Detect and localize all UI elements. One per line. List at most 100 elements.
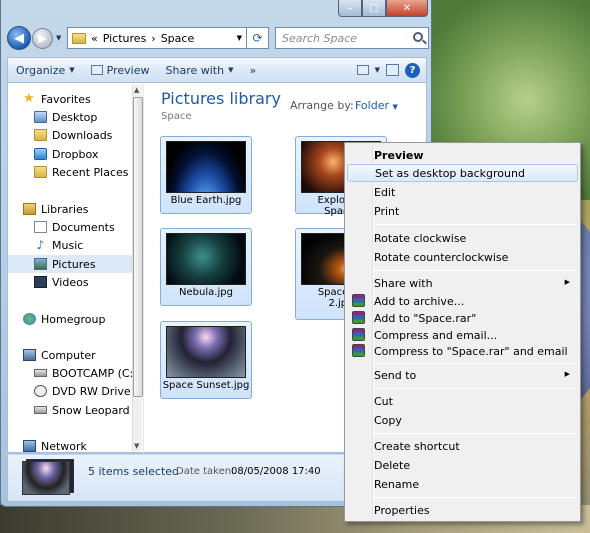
menu-item-compress-to-space-rar-and-email[interactable]: Compress to "Space.rar" and email xyxy=(347,342,578,360)
breadcrumb-pictures[interactable]: Pictures xyxy=(103,32,147,45)
menu-item-create-shortcut[interactable]: Create shortcut xyxy=(347,437,578,455)
menu-item-label: Preview xyxy=(374,148,424,162)
menu-item-label: Copy xyxy=(374,413,402,427)
menu-item-label: Cut xyxy=(374,394,393,408)
nav-item-dropbox[interactable]: Dropbox xyxy=(8,145,136,163)
menu-item-delete[interactable]: Delete xyxy=(347,456,578,474)
maximize-button[interactable]: □ xyxy=(362,0,386,17)
menu-separator xyxy=(374,497,576,498)
navigation-row: ◀ ▶ ▼ « Pictures › Space ▼ ⟳ Search Spac… xyxy=(7,26,429,52)
breadcrumb-separator[interactable]: › xyxy=(151,32,155,45)
library-subtitle: Space xyxy=(161,111,192,122)
date-taken-value[interactable]: 08/05/2008 17:40 xyxy=(231,466,321,477)
menu-item-preview[interactable]: Preview xyxy=(347,146,578,164)
share-with-label: Share with xyxy=(165,63,225,77)
nav-item-videos[interactable]: Videos xyxy=(8,273,136,291)
nav-computer-label: Computer xyxy=(41,348,96,362)
menu-separator xyxy=(374,363,576,364)
menu-item-label: Rename xyxy=(374,477,420,491)
address-dropdown-icon[interactable]: ▼ xyxy=(237,34,242,42)
file-name: Space Sunset.jpg xyxy=(162,380,250,391)
change-view-button[interactable] xyxy=(356,65,369,75)
nav-item-music[interactable]: ♪ Music xyxy=(8,236,136,254)
menu-item-cut[interactable]: Cut xyxy=(347,392,578,410)
menu-item-edit[interactable]: Edit xyxy=(347,183,578,201)
nav-homegroup[interactable]: Homegroup xyxy=(8,310,136,328)
menu-item-label: Properties xyxy=(374,503,430,517)
menu-item-label: Compress to "Space.rar" and email xyxy=(374,344,568,358)
file-item[interactable]: Nebula.jpg xyxy=(160,228,252,306)
menu-item-set-desktop-background[interactable]: Set as desktop background xyxy=(347,164,578,182)
menu-item-copy[interactable]: Copy xyxy=(347,411,578,429)
nav-item-dvd-drive[interactable]: DVD RW Drive (D xyxy=(8,382,136,400)
menu-item-add-to-archive[interactable]: Add to archive... xyxy=(347,292,578,310)
more-commands-button[interactable]: » xyxy=(241,58,264,82)
preview-pane-button[interactable] xyxy=(386,64,399,76)
menu-item-rotate-clockwise[interactable]: Rotate clockwise xyxy=(347,229,578,247)
nav-item-desktop[interactable]: Desktop xyxy=(8,108,136,126)
menu-item-print[interactable]: Print xyxy=(347,202,578,220)
menu-item-label: Compress and email... xyxy=(374,328,498,342)
nav-favorites[interactable]: ★ Favorites xyxy=(8,90,136,108)
menu-item-add-to-space-rar[interactable]: Add to "Space.rar" xyxy=(347,309,578,327)
file-item[interactable]: Space Sunset.jpg xyxy=(160,321,252,399)
menu-item-label: Print xyxy=(374,204,400,218)
close-button[interactable]: ✕ xyxy=(386,0,428,17)
libraries-icon xyxy=(23,203,36,215)
nav-item-downloads[interactable]: Downloads xyxy=(8,126,136,144)
videos-icon xyxy=(34,276,47,288)
breadcrumb-space[interactable]: Space xyxy=(161,32,195,45)
menu-item-label: Share with xyxy=(374,276,433,290)
scrollbar-thumb[interactable] xyxy=(133,97,143,397)
share-with-button[interactable]: Share with ▼ xyxy=(158,58,242,82)
address-bar[interactable]: « Pictures › Space ▼ xyxy=(67,27,247,49)
winrar-icon xyxy=(352,294,365,307)
search-input[interactable]: Search Space xyxy=(275,27,429,49)
refresh-button[interactable]: ⟳ xyxy=(247,27,269,49)
nav-libraries[interactable]: Libraries xyxy=(8,200,136,218)
help-button[interactable]: ? xyxy=(405,62,420,78)
menu-item-rename[interactable]: Rename xyxy=(347,475,578,493)
nav-network[interactable]: Network xyxy=(8,437,136,455)
nav-item-label: Videos xyxy=(52,275,89,289)
nav-item-documents[interactable]: Documents xyxy=(8,218,136,236)
nav-item-bootcamp[interactable]: BOOTCAMP (C:) xyxy=(8,364,136,382)
forward-button[interactable]: ▶ xyxy=(32,28,53,49)
nav-item-label: BOOTCAMP (C:) xyxy=(52,366,136,380)
preview-button[interactable]: Preview xyxy=(83,58,158,82)
menu-item-send-to[interactable]: Send to ▶ xyxy=(347,366,578,384)
nav-item-snow-leopard[interactable]: Snow Leopard (E xyxy=(8,401,136,419)
recent-places-icon xyxy=(34,166,47,178)
selection-thumbnail xyxy=(22,461,70,495)
scroll-up-icon[interactable]: ▲ xyxy=(134,86,139,94)
scroll-down-icon[interactable]: ▼ xyxy=(134,442,139,450)
navigation-scrollbar[interactable]: ▲ ▼ xyxy=(132,85,143,451)
view-controls: ▼ ? xyxy=(356,58,426,82)
nav-item-pictures[interactable]: Pictures xyxy=(8,255,136,273)
chevron-down-icon: ▼ xyxy=(228,66,234,74)
arrange-by-dropdown[interactable]: Folder ▼ xyxy=(355,99,398,112)
view-dropdown-icon[interactable]: ▼ xyxy=(375,66,380,74)
menu-separator xyxy=(374,433,576,434)
submenu-arrow-icon: ▶ xyxy=(564,278,570,286)
minimize-button[interactable]: – xyxy=(338,0,362,17)
nav-item-recent-places[interactable]: Recent Places xyxy=(8,163,136,181)
nav-item-label: Pictures xyxy=(52,257,96,271)
file-item[interactable]: Blue Earth.jpg xyxy=(160,136,252,214)
address-chevrons[interactable]: « xyxy=(91,32,98,45)
arrange-by-label: Arrange by: xyxy=(290,99,354,112)
dvd-drive-icon xyxy=(34,385,47,397)
arrow-right-icon: ▶ xyxy=(38,32,47,45)
nav-favorites-label: Favorites xyxy=(41,92,91,106)
recent-pages-dropdown[interactable]: ▼ xyxy=(56,34,61,42)
back-button[interactable]: ◀ xyxy=(7,26,31,50)
nav-network-label: Network xyxy=(41,439,87,453)
menu-item-properties[interactable]: Properties xyxy=(347,501,578,519)
nav-computer[interactable]: Computer xyxy=(8,346,136,364)
nav-item-label: Documents xyxy=(52,220,115,234)
file-name: Nebula.jpg xyxy=(179,287,233,298)
organize-button[interactable]: Organize ▼ xyxy=(8,58,83,82)
menu-item-rotate-counterclockwise[interactable]: Rotate counterclockwise xyxy=(347,248,578,266)
network-icon xyxy=(23,440,36,452)
menu-item-share-with[interactable]: Share with ▶ xyxy=(347,274,578,292)
